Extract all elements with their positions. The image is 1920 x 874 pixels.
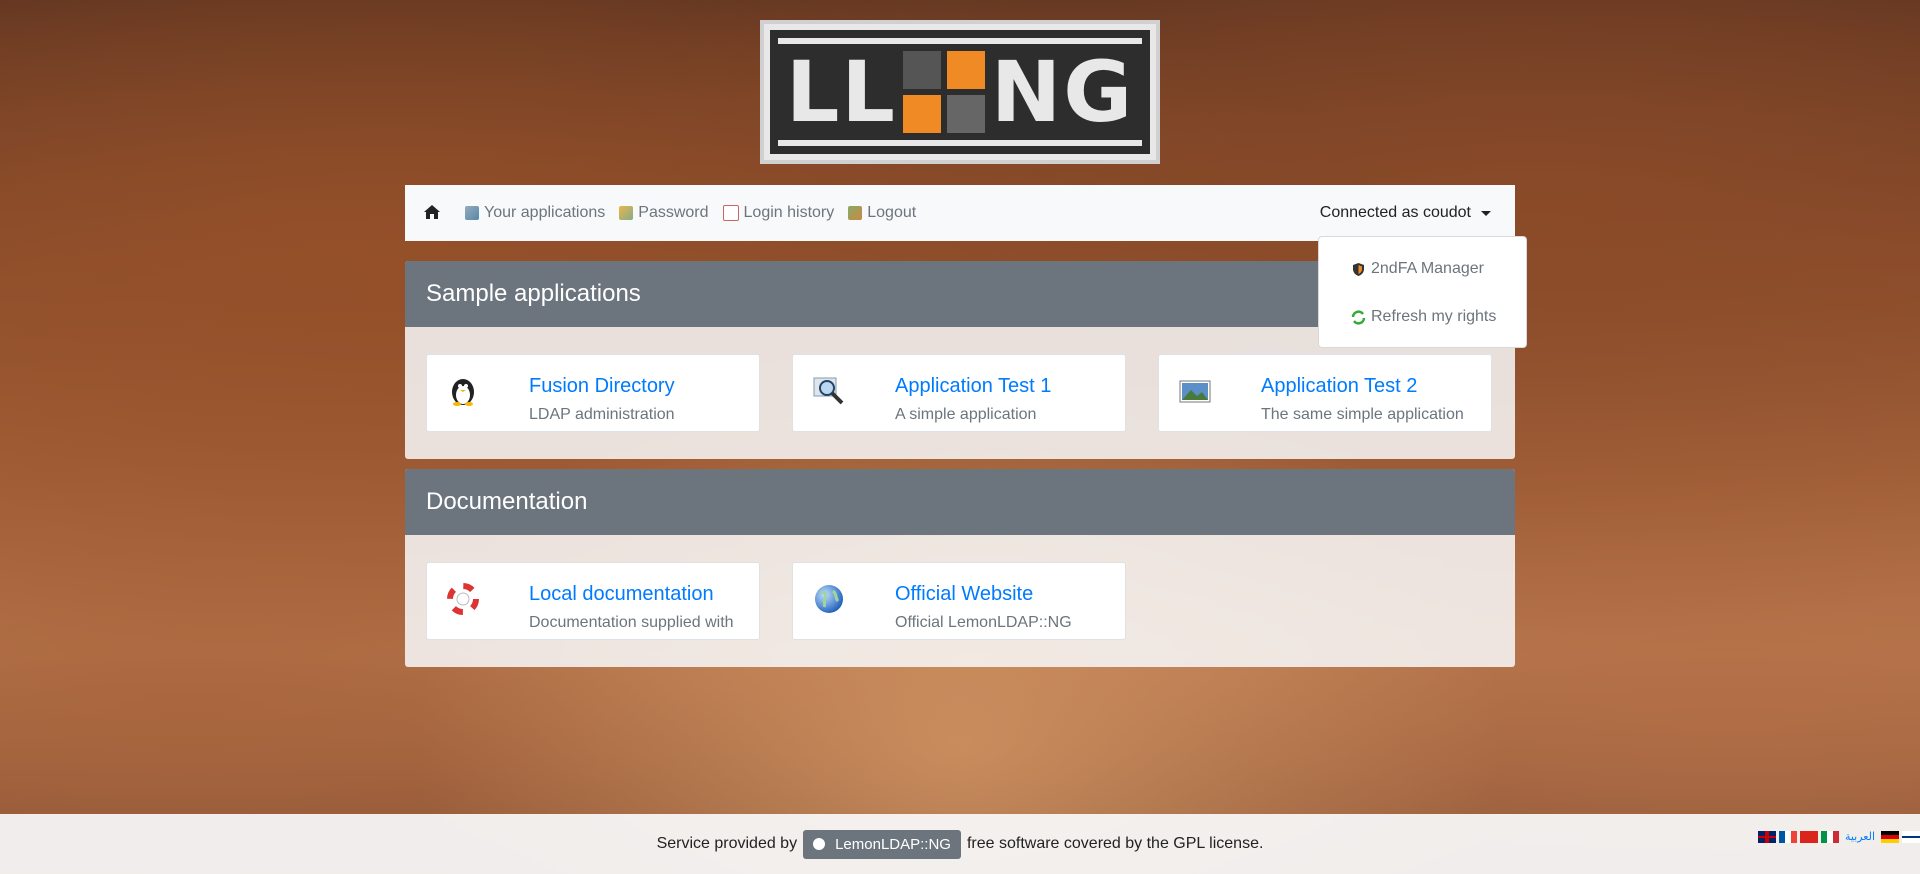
caret-down-icon [1481, 210, 1491, 216]
app-title[interactable]: Fusion Directory [529, 375, 675, 398]
app-title[interactable]: Application Test 2 [1261, 375, 1417, 398]
user-label: Connected as coudot [1319, 204, 1471, 221]
app-card-local-documentation[interactable]: Local documentation Documentation suppli… [426, 562, 760, 640]
menu-item-refresh-label: Refresh my rights [1371, 308, 1497, 325]
app-card-application-test-1[interactable]: Application Test 1 A simple application [792, 354, 1126, 432]
magnifier-icon [813, 375, 845, 407]
lemonldap-link[interactable]: LemonLDAP::NG [803, 829, 961, 859]
footer-prefix: Service provided by [656, 835, 798, 852]
nav-logout-label: Logout [867, 204, 917, 221]
globe-icon [813, 583, 845, 615]
app-description: LDAP administration [529, 406, 675, 423]
menu-item-2fa-manager[interactable]: 2ndFA Manager [1351, 260, 1484, 278]
nav-password-label: Password [638, 204, 709, 221]
app-description: The same simple application [1261, 406, 1464, 423]
menu-item-refresh-rights[interactable]: Refresh my rights [1351, 308, 1496, 326]
top-navbar: Your applications Password Login history… [405, 185, 1515, 241]
refresh-icon [1351, 309, 1366, 325]
app-title[interactable]: Local documentation [529, 583, 714, 606]
flag-en-icon[interactable] [1757, 830, 1776, 843]
flag-ar-label[interactable]: العربية [1845, 830, 1875, 843]
shield-icon [1351, 262, 1366, 277]
logo-text-left: LL [785, 43, 897, 141]
nav-login-history-label: Login history [743, 204, 835, 221]
footer: Service provided by LemonLDAP::NG free s… [0, 814, 1920, 874]
app-card-official-website[interactable]: Official Website Official LemonLDAP::NG [792, 562, 1126, 640]
category-documentation: Documentation Local documentation Docume… [405, 469, 1515, 667]
logo-inner: LL NG [770, 30, 1150, 154]
app-description: Documentation supplied with [529, 614, 734, 631]
flag-fi-icon[interactable] [1902, 830, 1920, 843]
flag-it-icon[interactable] [1820, 830, 1839, 843]
nav-your-applications[interactable]: Your applications [465, 204, 605, 222]
home-icon[interactable] [423, 204, 443, 222]
app-card-fusion-directory[interactable]: Fusion Directory LDAP administration [426, 354, 760, 432]
nav-logout[interactable]: Logout [848, 204, 916, 222]
globe-icon [813, 838, 826, 850]
penguin-icon [447, 375, 479, 407]
apps-icon [465, 206, 479, 220]
user-menu-toggle[interactable]: Connected as coudot [1320, 204, 1491, 222]
app-description: Official LemonLDAP::NG [895, 614, 1072, 631]
lifebuoy-icon [447, 583, 479, 615]
logo-text-right: NG [990, 43, 1135, 141]
app-title[interactable]: Application Test 1 [895, 375, 1051, 398]
menu-item-2fa-label: 2ndFA Manager [1371, 260, 1484, 277]
footer-suffix: free software covered by the GPL license… [966, 835, 1264, 852]
app-description: A simple application [895, 406, 1037, 423]
lemonldap-logo: LL NG [760, 20, 1160, 164]
logo-grid [902, 51, 985, 133]
flag-fr-icon[interactable] [1778, 830, 1797, 843]
app-card-application-test-2[interactable]: Application Test 2 The same simple appli… [1158, 354, 1492, 432]
nav-login-history[interactable]: Login history [722, 204, 835, 222]
nav-your-applications-label: Your applications [484, 204, 606, 221]
language-selector: العربية [1757, 830, 1920, 843]
nav-password[interactable]: Password [619, 204, 709, 222]
user-dropdown-menu: 2ndFA Manager Refresh my rights [1318, 236, 1527, 348]
logout-icon [848, 206, 863, 220]
app-title[interactable]: Official Website [895, 583, 1033, 606]
key-icon [619, 206, 634, 220]
picture-icon [1179, 375, 1211, 407]
calendar-icon [722, 205, 739, 221]
category-title: Documentation [405, 469, 1515, 535]
flag-de-icon[interactable] [1881, 830, 1899, 843]
lemonldap-link-label: LemonLDAP::NG [835, 835, 951, 853]
flag-vi-icon[interactable] [1799, 830, 1818, 843]
